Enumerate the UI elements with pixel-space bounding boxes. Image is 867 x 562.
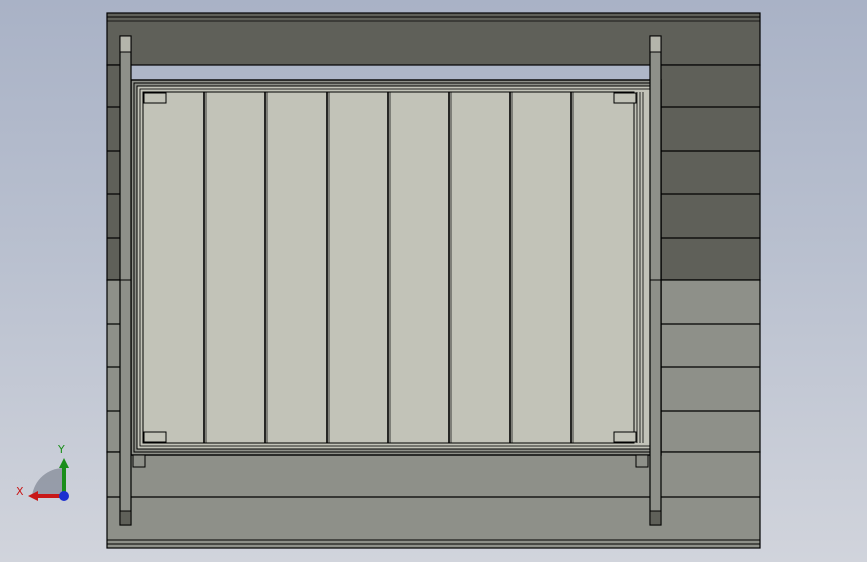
triad-x-label: X — [16, 485, 24, 498]
orientation-triad[interactable]: X Y — [12, 440, 82, 510]
bracket-top-right — [613, 92, 637, 104]
door-frame — [130, 79, 662, 456]
triad-y-label: Y — [58, 443, 65, 456]
bracket-bottom-right — [613, 431, 637, 443]
bracket-bottom-left — [143, 431, 167, 443]
bracket-top-left — [143, 92, 167, 104]
wall-right-light — [659, 279, 761, 453]
triad-icon — [28, 458, 69, 501]
wall-right-dark — [659, 64, 761, 281]
model-view[interactable] — [0, 0, 867, 562]
wall-left-light — [106, 279, 122, 453]
wall-left-dark — [106, 64, 122, 281]
wall-bottom-band — [106, 451, 761, 549]
graphics-viewport[interactable]: X Y — [0, 0, 867, 562]
